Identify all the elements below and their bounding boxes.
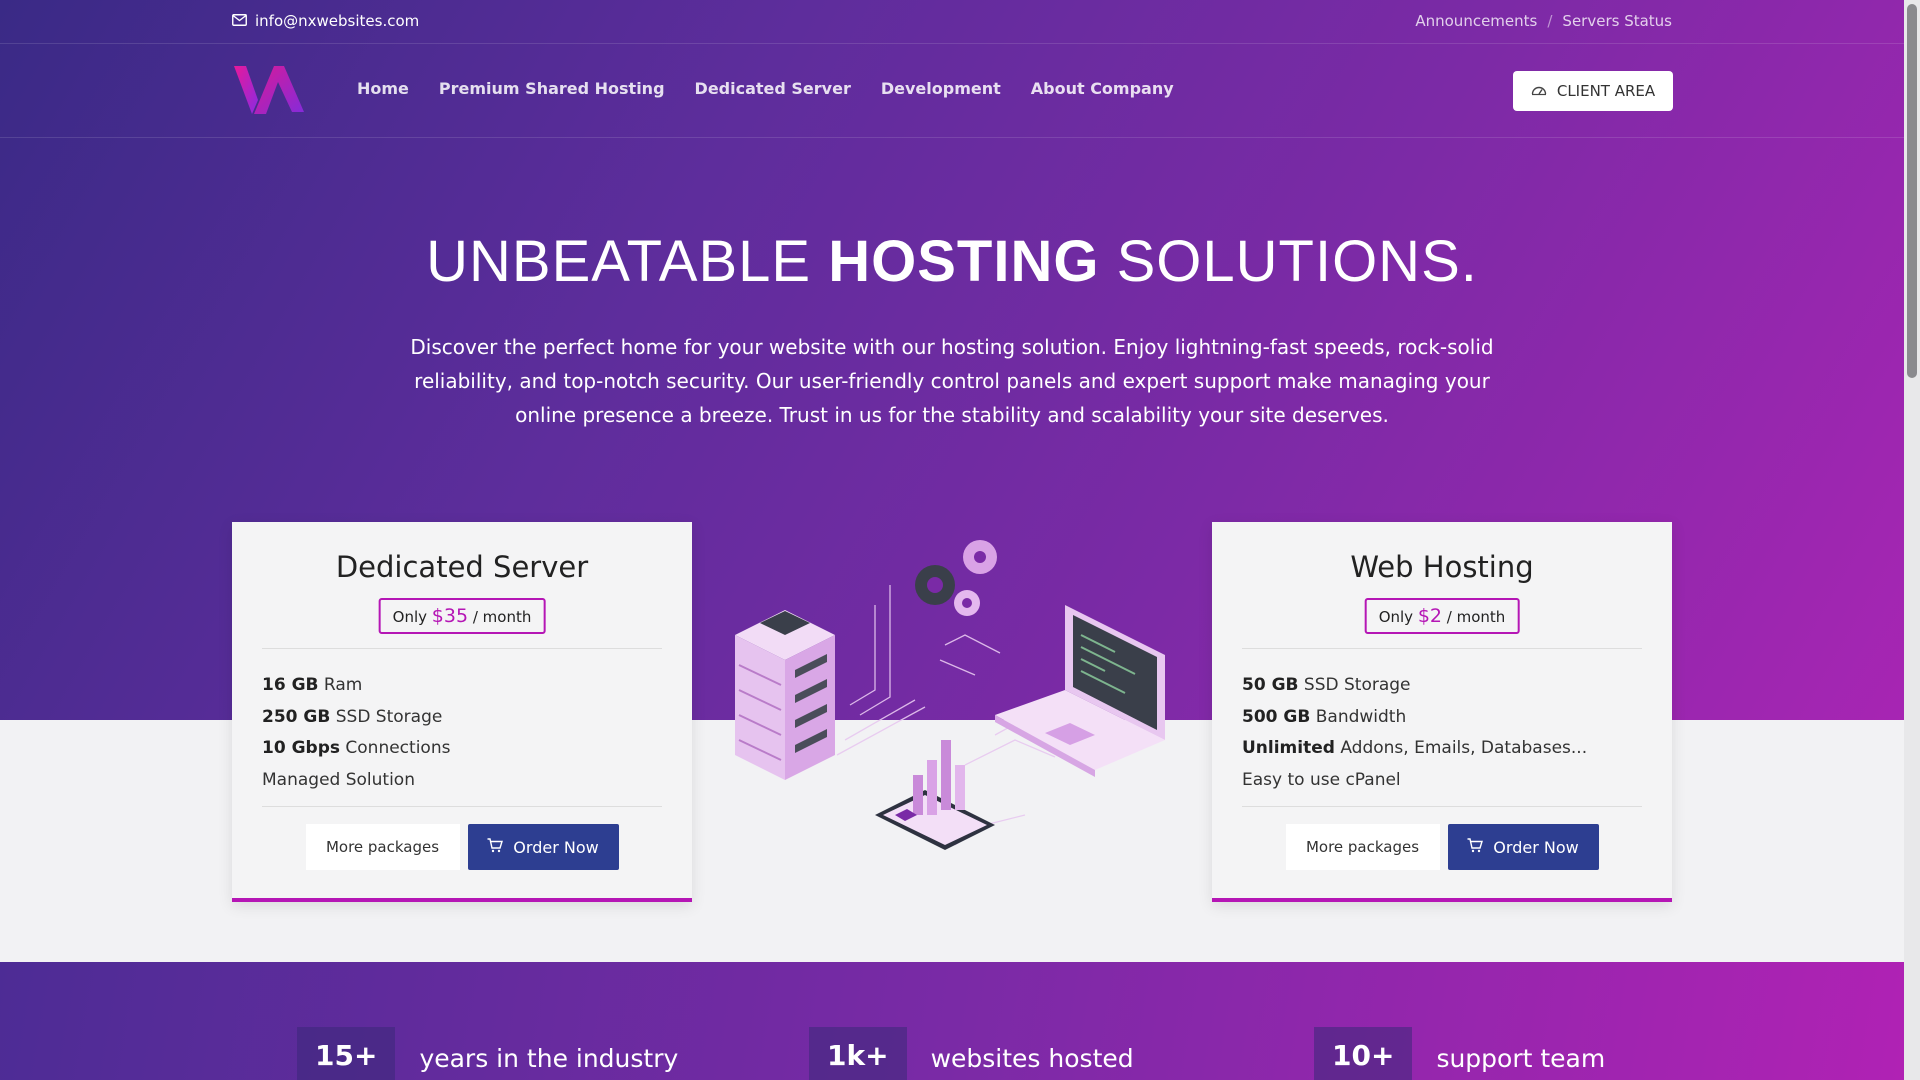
nav-development[interactable]: Development — [881, 79, 1001, 98]
dashboard-icon — [1531, 82, 1547, 100]
feature-list: 16 GB Ram 250 GB SSD Storage 10 Gbps Con… — [262, 670, 450, 796]
hero-title-bold: HOSTING — [828, 229, 1100, 294]
web-hosting-card: Web Hosting Only $2 / month 50 GB SSD St… — [1212, 522, 1672, 902]
price-badge: Only $2 / month — [1364, 598, 1520, 634]
price-amount: $35 — [431, 605, 469, 627]
feature-item: Easy to use cPanel — [1242, 769, 1401, 790]
stat-label: years in the industry — [419, 1044, 679, 1073]
top-bar: info@nxwebsites.com Announcements / Serv… — [0, 0, 1904, 44]
nav-dedicated-server[interactable]: Dedicated Server — [695, 79, 851, 98]
feature-item: 50 GB SSD Storage — [1242, 675, 1411, 695]
cart-icon — [487, 837, 504, 857]
price-prefix: Only — [392, 608, 428, 626]
divider — [1242, 806, 1642, 807]
more-packages-button[interactable]: More packages — [1285, 824, 1440, 870]
feature-item: 10 Gbps Connections — [262, 738, 451, 758]
stat-label: support team — [1436, 1044, 1606, 1073]
divider — [1242, 648, 1642, 649]
feature-item: 16 GB Ram — [262, 675, 363, 695]
card-title: Dedicated Server — [335, 550, 589, 584]
price-prefix: Only — [1378, 608, 1414, 626]
order-now-label: Order Now — [513, 837, 599, 857]
nav-about-company[interactable]: About Company — [1031, 79, 1174, 98]
order-now-label: Order Now — [1493, 837, 1579, 857]
envelope-icon — [232, 12, 247, 30]
divider — [262, 806, 662, 807]
scrollbar-thumb[interactable] — [1907, 4, 1917, 378]
feature-item: 250 GB SSD Storage — [262, 706, 443, 727]
divider — [262, 648, 662, 649]
email-text: info@nxwebsites.com — [255, 12, 420, 30]
tablet-chart — [875, 740, 995, 850]
more-packages-button[interactable]: More packages — [305, 824, 460, 870]
price-amount: $2 — [1417, 605, 1443, 627]
price-suffix: / month — [1446, 608, 1506, 626]
hero-title: UNBEATABLE HOSTING SOLUTIONS. — [0, 228, 1904, 295]
stat-number: 10+ — [1314, 1027, 1413, 1080]
gear-icon — [915, 540, 997, 616]
main-navbar: Home Premium Shared Hosting Dedicated Se… — [0, 44, 1904, 138]
contact-email[interactable]: info@nxwebsites.com — [232, 12, 419, 30]
feature-item: Managed Solution — [262, 769, 415, 790]
order-now-button[interactable]: Order Now — [467, 824, 619, 870]
stat-label: websites hosted — [930, 1044, 1134, 1073]
stat-websites: 1k+ websites hosted — [809, 1027, 1134, 1080]
hero-title-light: UNBEATABLE — [426, 229, 812, 294]
servers-status-link[interactable]: Servers Status — [1562, 12, 1672, 30]
server-rack — [735, 610, 835, 780]
nav-premium-shared-hosting[interactable]: Premium Shared Hosting — [439, 79, 665, 98]
feature-item: Unlimited Addons, Emails, Databases... — [1242, 738, 1588, 758]
client-area-button[interactable]: CLIENT AREA — [1513, 71, 1673, 111]
order-now-button[interactable]: Order Now — [1447, 824, 1599, 870]
server-laptop-illustration — [725, 525, 1175, 865]
laptop — [995, 605, 1165, 777]
stat-years: 15+ years in the industry — [297, 1027, 678, 1080]
brand-logo[interactable] — [232, 64, 306, 116]
price-badge: Only $35 / month — [378, 598, 546, 634]
stat-number: 1k+ — [809, 1027, 907, 1080]
vertical-scrollbar[interactable] — [1904, 0, 1920, 1080]
client-area-label: CLIENT AREA — [1556, 82, 1656, 100]
hero-title-end: SOLUTIONS. — [1116, 229, 1478, 294]
announcements-link[interactable]: Announcements — [1415, 12, 1537, 30]
feature-list: 50 GB SSD Storage 500 GB Bandwidth Unlim… — [1242, 670, 1587, 796]
card-title: Web Hosting — [1350, 550, 1534, 584]
cart-icon — [1467, 837, 1484, 857]
stat-support: 10+ support team — [1314, 1027, 1605, 1080]
nav-home[interactable]: Home — [357, 79, 409, 98]
stat-number: 15+ — [297, 1027, 396, 1080]
hero-description: Discover the perfect home for your websi… — [410, 335, 1494, 427]
price-suffix: / month — [472, 608, 532, 626]
dedicated-server-card: Dedicated Server Only $35 / month 16 GB … — [232, 522, 692, 902]
feature-item: 500 GB Bandwidth — [1242, 706, 1407, 727]
link-separator: / — [1547, 12, 1553, 30]
